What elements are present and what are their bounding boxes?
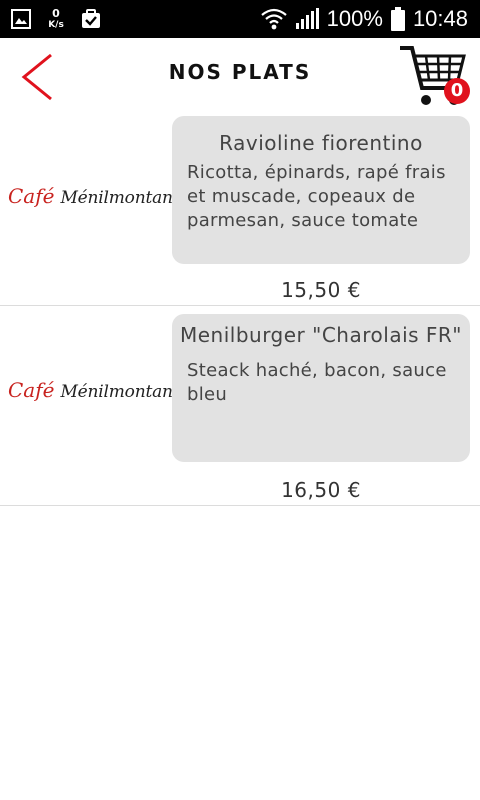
checklist-bag-icon bbox=[80, 8, 102, 30]
network-speed-value: 0 bbox=[52, 6, 60, 20]
network-speed-unit: K/s bbox=[48, 19, 64, 30]
dish-card[interactable]: Ravioline fiorentino Ricotta, épinards, … bbox=[172, 116, 470, 264]
list-item[interactable]: Café Ménilmontant Ravioline fiorentino R… bbox=[0, 106, 480, 306]
cart-count-badge: 0 bbox=[444, 78, 470, 104]
dish-price: 16,50 € bbox=[281, 478, 361, 502]
status-right-icons: 100% 10:48 bbox=[260, 5, 468, 33]
dish-name: Menilburger "Charolais FR" bbox=[179, 323, 463, 347]
restaurant-logo: Café Ménilmontant bbox=[8, 184, 180, 216]
network-speed: 0 K/s bbox=[44, 6, 68, 30]
battery-percent: 100% bbox=[326, 6, 383, 31]
logo-word-menilmontant: Ménilmontant bbox=[60, 188, 180, 208]
dish-name: Ravioline fiorentino bbox=[219, 131, 423, 155]
dish-price: 15,50 € bbox=[281, 278, 361, 302]
image-icon bbox=[10, 8, 32, 30]
logo-word-menilmontant: Ménilmontant bbox=[60, 382, 180, 402]
signal-icon bbox=[295, 8, 319, 30]
status-left-icons: 0 K/s bbox=[10, 6, 102, 32]
restaurant-logo: Café Ménilmontant bbox=[8, 378, 180, 410]
battery-icon bbox=[390, 7, 405, 31]
clock: 10:48 bbox=[412, 6, 468, 31]
app-header: NOS PLATS 0 bbox=[0, 38, 480, 112]
wifi-icon bbox=[260, 8, 287, 30]
dish-description: Steack haché, bacon, sauce bleu bbox=[187, 360, 447, 405]
dish-card[interactable]: Menilburger "Charolais FR" Steack haché,… bbox=[172, 314, 470, 462]
dish-description: Ricotta, épinards, rapé frais et muscade… bbox=[187, 162, 446, 231]
logo-word-cafe: Café bbox=[8, 184, 55, 208]
list-item[interactable]: Café Ménilmontant Menilburger "Charolais… bbox=[0, 306, 480, 506]
status-bar: 0 K/s 100% 10:48 bbox=[0, 0, 480, 38]
logo-word-cafe: Café bbox=[8, 378, 55, 402]
